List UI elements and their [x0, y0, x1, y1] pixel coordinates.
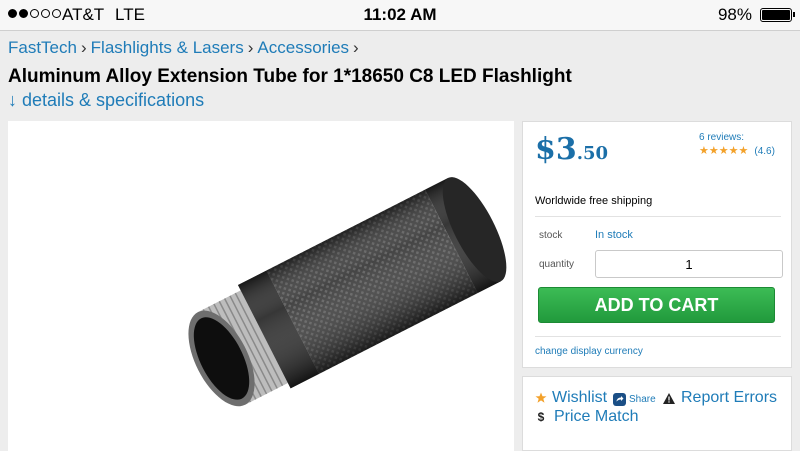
star-icon: ★	[718, 145, 729, 157]
star-icon	[535, 392, 547, 403]
dollar-icon: $	[537, 410, 545, 424]
change-currency-link[interactable]: change display currency	[535, 346, 643, 357]
share-label: Share	[629, 394, 656, 405]
stock-label: stock	[539, 230, 563, 241]
warning-icon	[663, 392, 675, 404]
star-icon: ★	[728, 145, 739, 157]
price-currency: $	[535, 132, 556, 167]
rating-value: (4.6)	[754, 146, 775, 157]
breadcrumb: FastTech › Flashlights & Lasers › Accessorie…	[8, 38, 363, 58]
breadcrumb-separator: ›	[247, 38, 254, 57]
star-icon: ★	[738, 145, 749, 157]
price-match-link[interactable]: $ Price Match	[535, 408, 639, 426]
status-bar: AT&T LTE 11:02 AM 98%	[0, 0, 800, 31]
stock-status: In stock	[595, 229, 633, 241]
quantity-input[interactable]	[595, 250, 783, 278]
battery-nub	[793, 12, 795, 17]
buy-box: $3.50 6 reviews: ★ ★ ★ ★ ★ (4.6) Worldwi…	[522, 121, 792, 368]
divider	[535, 216, 781, 217]
star-icon: ★	[699, 145, 709, 157]
price: $3.50	[535, 132, 608, 167]
share-link[interactable]: Share	[613, 393, 656, 406]
add-to-cart-button[interactable]: ADD TO CART	[538, 287, 775, 323]
wishlist-label: Wishlist	[552, 389, 608, 406]
battery-icon	[760, 8, 795, 22]
breadcrumb-flashlights-lasers[interactable]: Flashlights & Lasers	[91, 38, 244, 57]
price-match-label: Price Match	[554, 408, 639, 425]
breadcrumb-separator: ›	[80, 38, 87, 57]
battery-percentage: 98%	[717, 5, 752, 24]
shipping-info: Worldwide free shipping	[535, 195, 653, 207]
price-cents: .50	[576, 143, 609, 164]
product-image-panel	[8, 121, 514, 451]
share-icon	[613, 393, 626, 406]
actions-box: Wishlist Share Report Errors $ Price Mat…	[522, 376, 792, 451]
breadcrumb-accessories[interactable]: Accessories	[257, 38, 349, 57]
quantity-label: quantity	[539, 259, 575, 270]
breadcrumb-fasttech[interactable]: FastTech	[8, 38, 77, 57]
report-errors-label: Report Errors	[681, 389, 778, 406]
clock: 11:02 AM	[363, 5, 437, 24]
star-icon: ★	[708, 145, 719, 157]
price-main: 3	[555, 132, 577, 167]
report-errors-link[interactable]: Report Errors	[663, 389, 777, 407]
star-rating[interactable]: ★ ★ ★ ★ ★ (4.6)	[699, 145, 775, 158]
battery-fill	[762, 10, 790, 20]
product-image[interactable]	[8, 121, 514, 451]
breadcrumb-separator: ›	[353, 38, 359, 57]
reviews-link[interactable]: 6 reviews:	[699, 132, 744, 143]
divider	[535, 336, 781, 337]
product-title: Aluminum Alloy Extension Tube for 1*1865…	[8, 66, 572, 87]
wishlist-link[interactable]: Wishlist	[535, 389, 607, 407]
details-link[interactable]: ↓ details & specifications	[8, 90, 204, 111]
